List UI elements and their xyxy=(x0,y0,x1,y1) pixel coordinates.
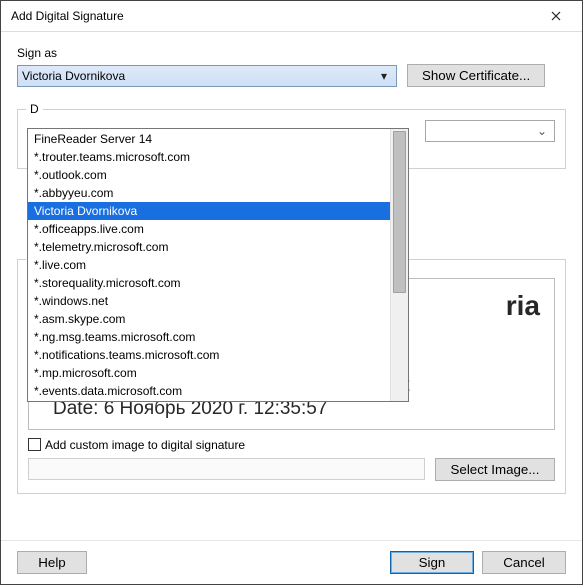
sign-as-option[interactable]: *.officeapps.live.com xyxy=(28,220,390,238)
sign-as-option[interactable]: *.asm.skype.com xyxy=(28,310,390,328)
custom-image-checkbox-row: Add custom image to digital signature xyxy=(28,438,555,452)
help-button[interactable]: Help xyxy=(17,551,87,574)
dialog-add-digital-signature: Add Digital Signature Sign as Victoria D… xyxy=(0,0,583,585)
sign-as-option[interactable]: *.trouter.teams.microsoft.com xyxy=(28,148,390,166)
sign-as-option[interactable]: FineReader Server 14 xyxy=(28,130,390,148)
sign-as-option[interactable]: Victoria Dvornikova xyxy=(28,202,390,220)
middle-fieldset-legend: D xyxy=(26,102,43,116)
sign-as-option[interactable]: *.windows.net xyxy=(28,292,390,310)
close-icon xyxy=(551,11,561,21)
sign-as-option[interactable]: *.storequality.microsoft.com xyxy=(28,274,390,292)
dialog-body: Sign as Victoria Dvornikova ▾ Show Certi… xyxy=(1,32,582,540)
sign-as-option[interactable]: *.abbyyeu.com xyxy=(28,184,390,202)
custom-image-checkbox-label: Add custom image to digital signature xyxy=(45,438,245,452)
select-image-button[interactable]: Select Image... xyxy=(435,458,555,481)
sign-as-label: Sign as xyxy=(17,46,57,60)
dropdown-scrollbar[interactable] xyxy=(390,129,408,401)
sign-as-option[interactable]: *.live.com xyxy=(28,256,390,274)
sign-button[interactable]: Sign xyxy=(390,551,474,574)
window-title: Add Digital Signature xyxy=(11,9,124,23)
sign-as-option[interactable]: *.ng.msg.teams.microsoft.com xyxy=(28,328,390,346)
middle-combo[interactable]: ⌄ xyxy=(425,120,555,142)
show-certificate-button[interactable]: Show Certificate... xyxy=(407,64,545,87)
close-button[interactable] xyxy=(538,2,574,30)
titlebar: Add Digital Signature xyxy=(1,1,582,32)
dialog-footer: Help Sign Cancel xyxy=(1,540,582,584)
sign-as-option[interactable]: *.telemetry.microsoft.com xyxy=(28,238,390,256)
sign-as-option[interactable]: *.outlook.com xyxy=(28,166,390,184)
sign-as-option[interactable]: *.mp.microsoft.com xyxy=(28,364,390,382)
sign-as-group: Sign as Victoria Dvornikova ▾ Show Certi… xyxy=(17,46,566,87)
sign-as-option[interactable]: *.events.data.microsoft.com xyxy=(28,382,390,400)
chevron-down-icon: ⌄ xyxy=(534,124,550,138)
sign-as-option[interactable]: *.notifications.teams.microsoft.com xyxy=(28,346,390,364)
custom-image-checkbox[interactable] xyxy=(28,438,41,451)
chevron-down-icon: ▾ xyxy=(376,69,392,83)
sign-as-dropdown-list[interactable]: FineReader Server 14*.trouter.teams.micr… xyxy=(27,128,409,402)
cancel-button[interactable]: Cancel xyxy=(482,551,566,574)
dropdown-scroll-thumb[interactable] xyxy=(393,131,406,293)
sign-as-combo-value: Victoria Dvornikova xyxy=(22,69,376,83)
sign-as-combo[interactable]: Victoria Dvornikova ▾ xyxy=(17,65,397,87)
custom-image-path-input[interactable] xyxy=(28,458,425,480)
